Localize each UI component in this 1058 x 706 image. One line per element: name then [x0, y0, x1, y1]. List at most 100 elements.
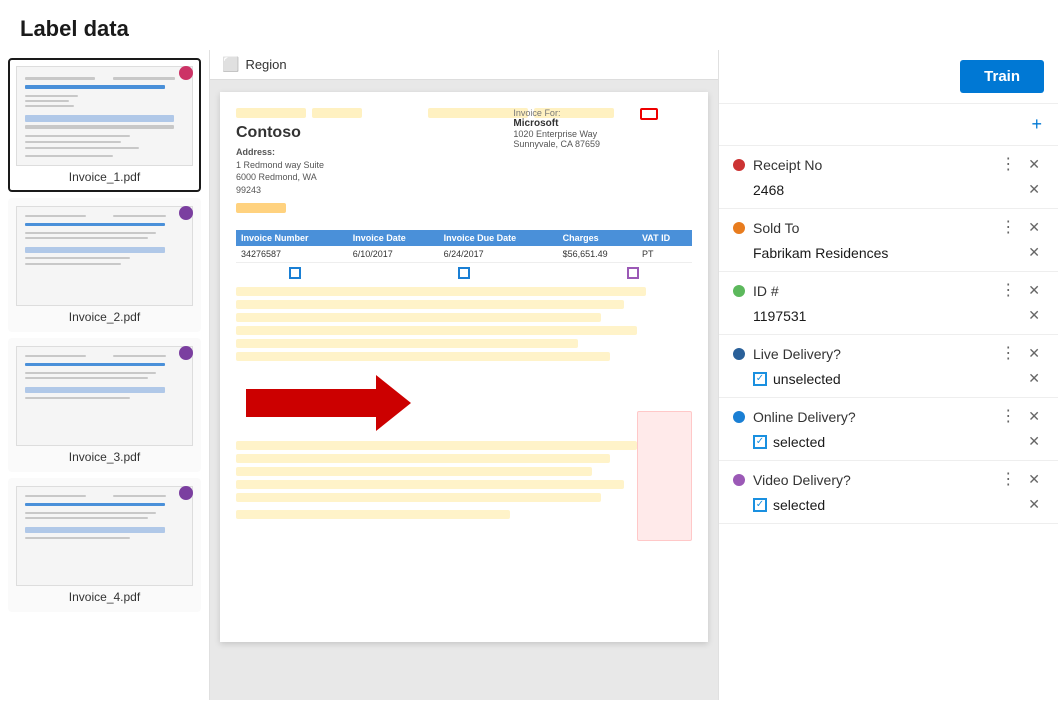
for-address2: Sunnyvale, CA 87659 [513, 139, 600, 149]
close-btn-value-id-hash[interactable]: ✕ [1024, 305, 1044, 326]
address-line3: 99243 [236, 184, 324, 197]
marker-2 [458, 267, 470, 279]
close-btn-value-live-delivery[interactable]: ✕ [1024, 368, 1044, 389]
doc-item-4[interactable]: Invoice_4.pdf [8, 478, 201, 612]
field-name-id-hash: ID # [753, 283, 779, 299]
cell-vat-id: PT [637, 246, 692, 263]
invoice-table: Invoice Number Invoice Date Invoice Due … [236, 230, 692, 263]
cell-invoice-date: 6/10/2017 [348, 246, 439, 263]
address-line2: 6000 Redmond, WA [236, 171, 324, 184]
canvas-toolbar: ⬜ Region [210, 50, 718, 80]
field-live-delivery: Live Delivery? ⋮ ✕ ✓ unselected ✕ [719, 335, 1058, 398]
arrow-head [376, 375, 411, 431]
canvas-area: ⬜ Region Contoso Address: 1 Redmond way … [210, 50, 718, 700]
close-btn-value-video-delivery[interactable]: ✕ [1024, 494, 1044, 515]
close-btn-sold-to[interactable]: ✕ [1024, 217, 1044, 238]
field-dot-video-delivery [733, 474, 745, 486]
field-value-online-delivery: ✓ selected [753, 434, 825, 450]
close-btn-receipt-no[interactable]: ✕ [1024, 154, 1044, 175]
field-dot-id-hash [733, 285, 745, 297]
red-border-highlight [640, 108, 658, 120]
field-receipt-no: Receipt No ⋮ ✕ 2468 ✕ [719, 146, 1058, 209]
close-btn-value-online-delivery[interactable]: ✕ [1024, 431, 1044, 452]
cell-charges: $56,651.49 [558, 246, 637, 263]
bottom-yellow-row [236, 510, 510, 519]
checkbox-icon-live-delivery: ✓ [753, 372, 767, 386]
field-id-hash: ID # ⋮ ✕ 1197531 ✕ [719, 272, 1058, 335]
invoice-company: Contoso [236, 124, 324, 142]
doc1-dot [179, 66, 193, 80]
field-value-live-delivery: ✓ unselected [753, 371, 841, 387]
cell-invoice-number: 34276587 [236, 246, 348, 263]
plus-icon: + [1031, 114, 1042, 135]
field-online-delivery: Online Delivery? ⋮ ✕ ✓ selected ✕ [719, 398, 1058, 461]
fields-list: + Receipt No ⋮ ✕ 2468 ✕ [719, 104, 1058, 700]
doc-item-2[interactable]: Invoice_2.pdf [8, 198, 201, 332]
close-btn-id-hash[interactable]: ✕ [1024, 280, 1044, 301]
field-dot-live-delivery [733, 348, 745, 360]
field-dot-receipt-no [733, 159, 745, 171]
dots-menu-receipt-no[interactable]: ⋮ [996, 155, 1020, 175]
add-field-button[interactable]: + [719, 104, 1058, 146]
right-panel-header: Train [719, 50, 1058, 104]
checkbox-icon-video-delivery: ✓ [753, 498, 767, 512]
doc-item-3[interactable]: Invoice_3.pdf [8, 338, 201, 472]
dots-menu-video-delivery[interactable]: ⋮ [996, 470, 1020, 490]
document-sidebar: Invoice_1.pdf Invoice_2.pdf [0, 50, 210, 700]
red-arrow-container [246, 375, 692, 431]
col-charges: Charges [558, 230, 637, 246]
field-dot-online-delivery [733, 411, 745, 423]
field-dot-sold-to [733, 222, 745, 234]
marker-3 [627, 267, 639, 279]
field-video-delivery: Video Delivery? ⋮ ✕ ✓ selected ✕ [719, 461, 1058, 524]
doc2-dot [179, 206, 193, 220]
page-title: Label data [0, 0, 1058, 50]
field-value-sold-to: Fabrikam Residences [753, 245, 888, 261]
field-sold-to: Sold To ⋮ ✕ Fabrikam Residences ✕ [719, 209, 1058, 272]
checkbox-icon-online-delivery: ✓ [753, 435, 767, 449]
address-label: Address: [236, 147, 275, 157]
field-value-receipt-no: 2468 [753, 182, 784, 198]
field-name-live-delivery: Live Delivery? [753, 346, 841, 362]
dots-menu-online-delivery[interactable]: ⋮ [996, 407, 1020, 427]
field-name-sold-to: Sold To [753, 220, 799, 236]
col-vat-id: VAT ID [637, 230, 692, 246]
col-invoice-number: Invoice Number [236, 230, 348, 246]
doc-item-1[interactable]: Invoice_1.pdf [8, 58, 201, 192]
field-name-video-delivery: Video Delivery? [753, 472, 851, 488]
for-name: Microsoft [513, 118, 600, 129]
invoice-document: Contoso Address: 1 Redmond way Suite 600… [220, 92, 708, 642]
close-btn-value-sold-to[interactable]: ✕ [1024, 242, 1044, 263]
pink-highlight-area [637, 411, 692, 541]
highlight-2 [312, 108, 362, 118]
arrow-body [246, 389, 376, 417]
doc3-dot [179, 346, 193, 360]
col-invoice-date: Invoice Date [348, 230, 439, 246]
dots-menu-id-hash[interactable]: ⋮ [996, 281, 1020, 301]
field-name-receipt-no: Receipt No [753, 157, 822, 173]
address-line1: 1 Redmond way Suite [236, 159, 324, 172]
close-btn-live-delivery[interactable]: ✕ [1024, 343, 1044, 364]
yellow-rows-bottom [236, 441, 692, 502]
col-invoice-due: Invoice Due Date [439, 230, 558, 246]
for-address1: 1020 Enterprise Way [513, 129, 600, 139]
right-panel: Train + Receipt No ⋮ ✕ [718, 50, 1058, 700]
doc3-label: Invoice_3.pdf [16, 450, 193, 464]
dots-menu-live-delivery[interactable]: ⋮ [996, 344, 1020, 364]
doc4-dot [179, 486, 193, 500]
doc1-label: Invoice_1.pdf [16, 170, 193, 184]
marker-1 [289, 267, 301, 279]
dots-menu-sold-to[interactable]: ⋮ [996, 218, 1020, 238]
yellow-rows [236, 287, 692, 361]
close-btn-video-delivery[interactable]: ✕ [1024, 469, 1044, 490]
train-button[interactable]: Train [960, 60, 1044, 93]
close-btn-value-receipt-no[interactable]: ✕ [1024, 179, 1044, 200]
region-label: Region [245, 57, 286, 72]
checkbox-markers [236, 267, 692, 279]
close-btn-online-delivery[interactable]: ✕ [1024, 406, 1044, 427]
doc4-label: Invoice_4.pdf [16, 590, 193, 604]
doc2-label: Invoice_2.pdf [16, 310, 193, 324]
field-value-id-hash: 1197531 [753, 308, 806, 324]
region-icon: ⬜ [222, 56, 239, 73]
address-highlight [236, 203, 286, 213]
